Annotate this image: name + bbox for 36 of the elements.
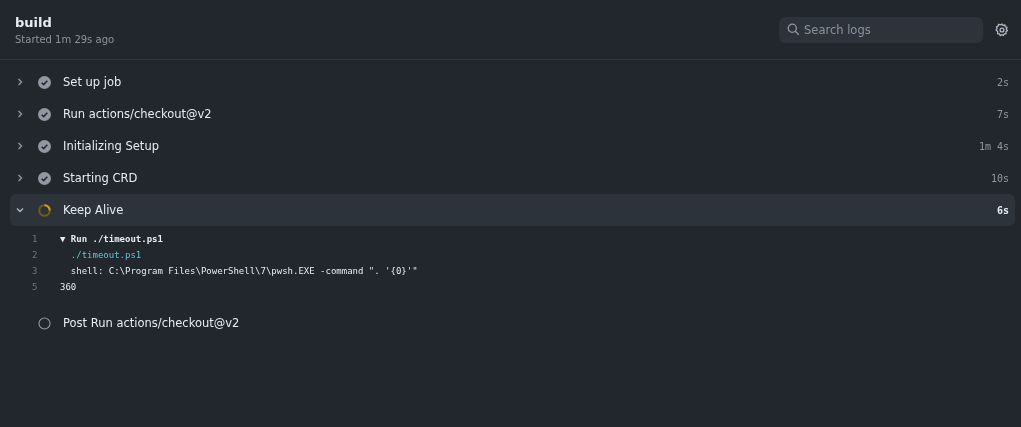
settings-icon[interactable] [995,22,1009,37]
step-row[interactable]: Starting CRD 10s [10,162,1015,194]
step-name: Set up job [63,75,123,89]
check-circle-icon [38,75,51,89]
step-duration: 1m 4s [978,140,1009,152]
step-name: Post Run actions/checkout@v2 [63,316,241,330]
step-duration: 6s [996,204,1009,216]
log-line: ▼ Run ./timeout.ps1 [60,234,163,244]
pending-circle-icon [38,316,51,330]
check-circle-icon [38,171,51,185]
search-field[interactable]: Search logs [779,16,983,43]
step-duration: 10s [990,172,1009,184]
step-row[interactable]: Keep Alive 6s [10,194,1015,226]
line-number: 1 [32,234,39,244]
line-number: 3 [32,266,39,276]
log-line: ./timeout.ps1 [69,250,142,260]
step-row[interactable]: Initializing Setup 1m 4s [10,130,1015,162]
check-circle-icon [38,107,51,121]
step-duration: 7s [996,108,1009,120]
step-row[interactable]: Post Run actions/checkout@v2 [10,307,1015,339]
line-number: 2 [32,250,39,260]
search-icon [787,23,800,36]
in-progress-icon [38,203,51,217]
line-number: 5 [32,282,39,292]
step-duration: 2s [996,76,1009,88]
step-name: Initializing Setup [63,139,160,153]
step-name: Keep Alive [63,203,125,217]
job-title: build [15,14,53,30]
step-name: Starting CRD [63,171,139,185]
step-row[interactable]: Set up job 2s [10,66,1015,98]
step-name: Run actions/checkout@v2 [63,107,213,121]
log-line: shell: C:\Program Files\PowerShell\7\pwsh.EXE -command ". '{0}'" [69,266,418,276]
check-circle-icon [38,139,51,153]
log-line: 360 [60,282,77,292]
job-started-time: Started 1m 29s ago [15,33,115,45]
step-row[interactable]: Run actions/checkout@v2 7s [10,98,1015,130]
